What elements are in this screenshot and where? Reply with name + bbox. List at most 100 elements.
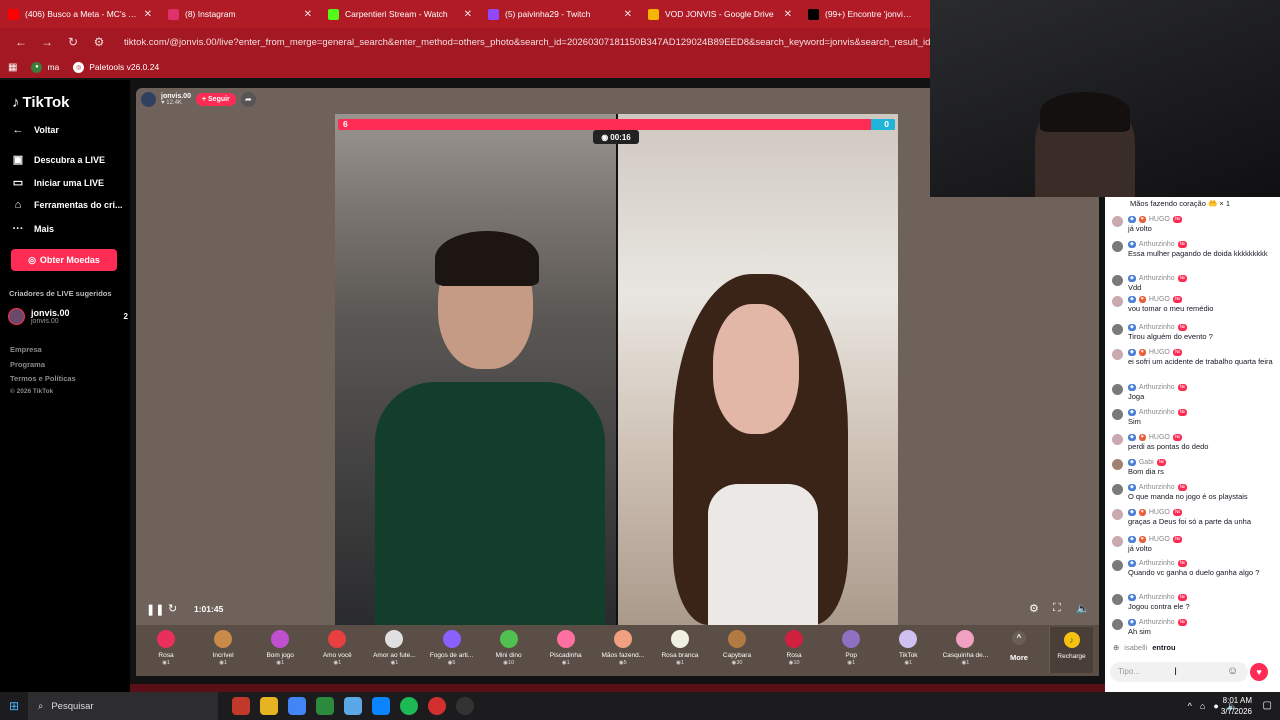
browser-tab[interactable]: Carpentieri Stream - Watch ✕ [320,0,480,28]
spotify-icon[interactable] [400,697,418,715]
recharge-button[interactable]: ♪ Recharge [1049,627,1093,673]
avatar[interactable] [1112,324,1123,335]
gift-item[interactable]: Amor ao fute... ◉1 [367,628,421,666]
chrome-icon[interactable] [288,697,306,715]
avatar[interactable] [1112,349,1123,360]
avatar[interactable] [1112,619,1123,630]
reload-icon[interactable]: ↻ [60,35,86,49]
sidebar-item-start-live[interactable]: ▭ Iniciar uma LIVE [12,176,104,189]
browser-tab[interactable]: (8) Instagram ✕ [160,0,320,28]
browser-tab[interactable]: VOD JONVIS - Google Drive ✕ [640,0,800,28]
tiktok-logo[interactable]: ♪ TikTok [12,94,69,111]
file-explorer-icon[interactable] [260,697,278,715]
avatar[interactable] [1112,296,1123,307]
gift-item[interactable]: Mini dino ◉10 [482,628,536,666]
like-button[interactable]: ♥ [1250,663,1268,681]
app-icon[interactable] [456,697,474,715]
bookmark-paletools[interactable]: ◎ Paletools v26.0.24 [73,61,159,73]
chat-username[interactable]: Arthurzinho [1139,240,1175,249]
forward-arrow-icon[interactable]: → [34,35,60,49]
address-bar[interactable]: tiktok.com/@jonvis.00/live?enter_from_me… [124,37,973,48]
app-icon[interactable] [344,697,362,715]
back-link[interactable]: ← Voltar [12,124,59,136]
avatar[interactable] [1112,459,1123,470]
gift-item[interactable]: Capybara ◉30 [710,628,764,666]
taskbar-clock[interactable]: 8:01 AM 3/7/2026 [1221,695,1252,717]
more-gifts-button[interactable]: ^ More [1005,631,1033,662]
close-tab-icon[interactable]: ✕ [464,9,472,20]
mic-icon[interactable]: ● [1213,701,1218,711]
gift-item[interactable]: Fogos de arti... ◉5 [425,628,479,666]
bookmark-ma[interactable]: ● ma [31,61,59,73]
browser-tab[interactable]: (406) Busco a Meta - MC's Tuto ✕ [0,0,160,28]
avatar[interactable] [1112,434,1123,445]
chat-username[interactable]: Arthurzinho [1139,483,1175,492]
share-icon[interactable]: ➦ [240,92,256,107]
avatar[interactable] [1112,384,1123,395]
back-arrow-icon[interactable]: ← [8,35,34,49]
avatar[interactable] [1112,509,1123,520]
volume-icon[interactable]: 🔈 [1076,602,1090,615]
edge-icon[interactable] [372,697,390,715]
refresh-icon[interactable]: ↻ [168,602,177,615]
gift-item[interactable]: Amo você ◉1 [310,628,364,666]
fullscreen-icon[interactable]: ⛶ [1053,602,1061,615]
gift-item[interactable]: Bom jogo ◉1 [253,628,307,666]
footer-link-company[interactable]: Empresa [10,345,42,354]
chrome-profile-icon[interactable] [428,697,446,715]
suggested-creator[interactable]: jonvis.00 jonvis.00 2 [8,308,128,325]
chat-username[interactable]: Gabi [1139,458,1154,467]
avatar[interactable] [1112,484,1123,495]
browser-tab[interactable]: (5) paivinha29 - Twitch ✕ [480,0,640,28]
gift-item[interactable]: Rosa ◉1 [139,628,193,666]
close-tab-icon[interactable]: ✕ [304,9,312,20]
sidebar-item-creator-tools[interactable]: ⌂ Ferramentas do cri... [12,199,123,211]
avatar[interactable] [1112,241,1123,252]
app-icon[interactable] [232,697,250,715]
avatar[interactable] [1112,594,1123,605]
chat-username[interactable]: Arthurzinho [1139,559,1175,568]
gift-item[interactable]: Incrível ◉1 [196,628,250,666]
close-tab-icon[interactable]: ✕ [784,9,792,20]
avatar[interactable] [1112,536,1123,547]
gift-item[interactable]: Piscadinha ◉1 [539,628,593,666]
chat-username[interactable]: Arthurzinho [1139,274,1175,283]
chat-username[interactable]: Arthurzinho [1139,593,1175,602]
chat-username[interactable]: HUGO [1149,433,1170,442]
gift-item[interactable]: TikTok ◉1 [881,628,935,666]
app-icon[interactable] [316,697,334,715]
site-info-icon[interactable]: ⚙ [86,35,112,49]
settings-icon[interactable]: ⚙ [1029,602,1039,615]
chat-username[interactable]: HUGO [1149,535,1170,544]
chat-username[interactable]: Arthurzinho [1139,408,1175,417]
chevron-up-icon[interactable]: ^ [1188,701,1192,711]
avatar[interactable] [1112,216,1123,227]
gift-item[interactable]: Rosa branca ◉1 [653,628,707,666]
get-coins-button[interactable]: ◎ Obter Moedas [11,249,117,271]
browser-tab[interactable]: (99+) Encontre 'jonvis' no [800,0,920,28]
chat-username[interactable]: Arthurzinho [1139,383,1175,392]
host-name[interactable]: jonvis.00 [161,93,191,100]
apps-grid-icon[interactable]: ▦ [8,62,17,73]
footer-link-program[interactable]: Programa [10,360,45,369]
gift-item[interactable]: Casquinha de... ◉1 [938,628,992,666]
chat-username[interactable]: Arthurzinho [1139,618,1175,627]
chat-username[interactable]: HUGO [1149,508,1170,517]
close-tab-icon[interactable]: ✕ [624,9,632,20]
close-tab-icon[interactable]: ✕ [144,9,152,20]
pause-icon[interactable]: ❚❚ [146,603,164,616]
chat-username[interactable]: HUGO [1149,348,1170,357]
chat-username[interactable]: Arthurzinho [1139,323,1175,332]
gift-item[interactable]: Pop ◉1 [824,628,878,666]
emoji-icon[interactable]: ☺ [1227,665,1238,677]
sidebar-item-more[interactable]: ··· Mais [12,223,55,235]
follow-button[interactable]: + Seguir [195,93,236,106]
windows-start-icon[interactable]: ⊞ [0,699,28,713]
avatar[interactable] [1112,275,1123,286]
host-avatar[interactable] [141,92,156,107]
sidebar-item-discover-live[interactable]: ▣ Descubra a LIVE [12,153,105,166]
footer-link-terms[interactable]: Termos e Políticas [10,374,76,383]
avatar[interactable] [1112,560,1123,571]
notification-icon[interactable]: ▢ [1263,700,1272,711]
taskbar-search[interactable]: ⌕ Pesquisar [28,692,218,720]
